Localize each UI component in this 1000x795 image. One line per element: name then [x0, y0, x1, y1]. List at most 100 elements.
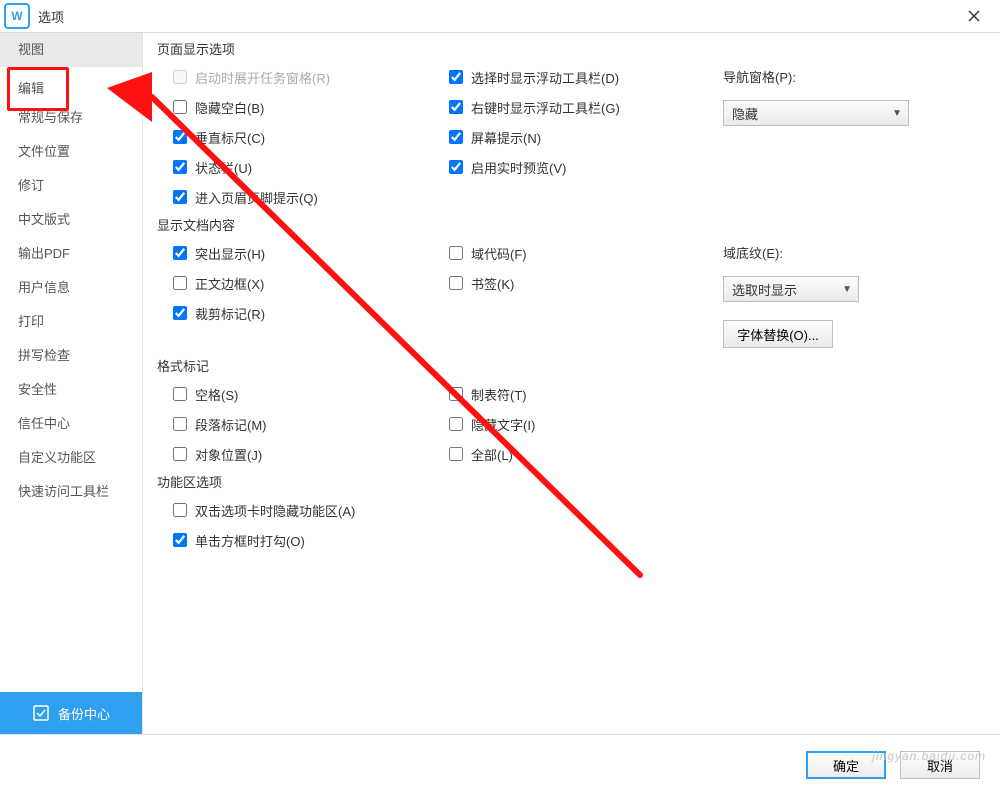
- checkbox-label: 正文边框(X): [195, 274, 264, 293]
- group-doc-content: 显示文档内容 突出显示(H)正文边框(X)裁剪标记(R) 域代码(F)书签(K)…: [157, 215, 986, 350]
- checkbox-input: [173, 70, 187, 84]
- checkbox-input[interactable]: [449, 70, 463, 84]
- checkbox-option[interactable]: 屏幕提示(N): [449, 127, 719, 147]
- checkbox-input[interactable]: [173, 306, 187, 320]
- checkbox-input[interactable]: [449, 447, 463, 461]
- sidebar-item[interactable]: 常规与保存: [0, 101, 142, 135]
- field-shading-value: 选取时显示: [732, 280, 797, 299]
- checkbox-option[interactable]: 隐藏空白(B): [173, 97, 445, 117]
- sidebar-item-label: 输出PDF: [18, 237, 70, 271]
- checkbox-input[interactable]: [173, 160, 187, 174]
- sidebar-item[interactable]: 打印: [0, 305, 142, 339]
- sidebar-item[interactable]: 自定义功能区: [0, 441, 142, 475]
- checkbox-input[interactable]: [173, 533, 187, 547]
- checkbox-option[interactable]: 进入页眉页脚提示(Q): [173, 187, 445, 207]
- sidebar-item-label: 用户信息: [18, 271, 70, 305]
- sidebar-item-label: 视图: [18, 33, 44, 67]
- checkbox-label: 屏幕提示(N): [471, 128, 541, 147]
- checkbox-option[interactable]: 右键时显示浮动工具栏(G): [449, 97, 719, 117]
- sidebar-item[interactable]: 拼写检查: [0, 339, 142, 373]
- checkbox-option[interactable]: 空格(S): [173, 384, 445, 404]
- checkbox-label: 书签(K): [471, 274, 514, 293]
- navpane-combo[interactable]: 隐藏 ▼: [723, 100, 909, 126]
- sidebar-item-label: 快速访问工具栏: [18, 475, 109, 509]
- checkbox-option[interactable]: 状态栏(U): [173, 157, 445, 177]
- font-substitution-button[interactable]: 字体替换(O)...: [723, 320, 833, 348]
- navpane-field: 导航窗格(P): 隐藏 ▼: [723, 63, 986, 126]
- group-title: 页面显示选项: [157, 39, 241, 58]
- checkbox-option[interactable]: 正文边框(X): [173, 273, 445, 293]
- checkbox-option[interactable]: 制表符(T): [449, 384, 719, 404]
- checkbox-input[interactable]: [449, 387, 463, 401]
- checkbox-option[interactable]: 隐藏文字(I): [449, 414, 719, 434]
- checkbox-input[interactable]: [173, 100, 187, 114]
- checkbox-label: 裁剪标记(R): [195, 304, 265, 323]
- group-format-marks: 格式标记 空格(S)段落标记(M)对象位置(J) 制表符(T)隐藏文字(I)全部…: [157, 356, 986, 466]
- checkbox-label: 右键时显示浮动工具栏(G): [471, 98, 620, 117]
- sidebar-item[interactable]: 输出PDF: [0, 237, 142, 271]
- checkbox-label: 进入页眉页脚提示(Q): [195, 188, 318, 207]
- checkbox-option[interactable]: 启用实时预览(V): [449, 157, 719, 177]
- checkbox-input[interactable]: [173, 246, 187, 260]
- checkbox-option[interactable]: 全部(L): [449, 444, 719, 464]
- checkbox-input[interactable]: [449, 160, 463, 174]
- checkbox-label: 域代码(F): [471, 244, 527, 263]
- checkbox-label: 启动时展开任务窗格(R): [195, 68, 330, 87]
- sidebar-item-label: 拼写检查: [18, 339, 70, 373]
- checkbox-input[interactable]: [449, 417, 463, 431]
- checkbox-input[interactable]: [173, 276, 187, 290]
- app-icon: W: [4, 3, 30, 29]
- window-title: 选项: [38, 7, 952, 26]
- sidebar-item[interactable]: 信任中心: [0, 407, 142, 441]
- sidebar-item[interactable]: 文件位置: [0, 135, 142, 169]
- sidebar-item-label: 修订: [18, 169, 44, 203]
- checkbox-input[interactable]: [173, 417, 187, 431]
- sidebar-item-label: 打印: [18, 305, 44, 339]
- checkbox-option[interactable]: 单击方框时打勾(O): [173, 530, 986, 550]
- sidebar-item[interactable]: 安全性: [0, 373, 142, 407]
- close-icon: [968, 10, 980, 22]
- checkbox-label: 启用实时预览(V): [471, 158, 566, 177]
- title-bar: W 选项: [0, 0, 1000, 33]
- sidebar-item[interactable]: 用户信息: [0, 271, 142, 305]
- close-button[interactable]: [952, 0, 996, 32]
- checkbox-label: 制表符(T): [471, 385, 527, 404]
- checkbox-option[interactable]: 双击选项卡时隐藏功能区(A): [173, 500, 986, 520]
- checkbox-input[interactable]: [173, 387, 187, 401]
- checkbox-input[interactable]: [449, 276, 463, 290]
- sidebar-item[interactable]: 中文版式: [0, 203, 142, 237]
- checkbox-option[interactable]: 对象位置(J): [173, 444, 445, 464]
- sidebar-item[interactable]: 快速访问工具栏: [0, 475, 142, 509]
- group-page-display: 页面显示选项 启动时展开任务窗格(R) 隐藏空白(B) 垂直标尺(C) 状态栏(U) 进…: [157, 39, 986, 209]
- checkbox-option[interactable]: 域代码(F): [449, 243, 719, 263]
- checkbox-option[interactable]: 裁剪标记(R): [173, 303, 445, 323]
- checkbox-option[interactable]: 垂直标尺(C): [173, 127, 445, 147]
- backup-center-button[interactable]: 备份中心: [0, 692, 142, 734]
- checkbox-input[interactable]: [173, 447, 187, 461]
- backup-icon: [32, 704, 50, 722]
- checkbox-option[interactable]: 段落标记(M): [173, 414, 445, 434]
- checkbox-label: 突出显示(H): [195, 244, 265, 263]
- backup-center-label: 备份中心: [58, 704, 110, 723]
- sidebar-item-label: 自定义功能区: [18, 441, 96, 475]
- checkbox-label: 段落标记(M): [195, 415, 267, 434]
- checkbox-option[interactable]: 突出显示(H): [173, 243, 445, 263]
- checkbox-option[interactable]: 选择时显示浮动工具栏(D): [449, 67, 719, 87]
- field-shading-combo[interactable]: 选取时显示 ▼: [723, 276, 859, 302]
- sidebar-item-label: 信任中心: [18, 407, 70, 441]
- sidebar-item[interactable]: 编辑: [0, 67, 142, 101]
- checkbox-option[interactable]: 书签(K): [449, 273, 719, 293]
- checkbox-input[interactable]: [173, 130, 187, 144]
- checkbox-label: 状态栏(U): [195, 158, 252, 177]
- checkbox-input[interactable]: [173, 190, 187, 204]
- sidebar-item-label: 安全性: [18, 373, 57, 407]
- checkbox-input[interactable]: [173, 503, 187, 517]
- checkbox-input[interactable]: [449, 246, 463, 260]
- checkbox-input[interactable]: [449, 130, 463, 144]
- checkbox-option: 启动时展开任务窗格(R): [173, 67, 445, 87]
- sidebar-item-label: 常规与保存: [18, 101, 83, 135]
- field-shading-label: 域底纹(E):: [723, 243, 986, 262]
- sidebar-item[interactable]: 修订: [0, 169, 142, 203]
- sidebar-item[interactable]: 视图: [0, 33, 142, 67]
- checkbox-input[interactable]: [449, 100, 463, 114]
